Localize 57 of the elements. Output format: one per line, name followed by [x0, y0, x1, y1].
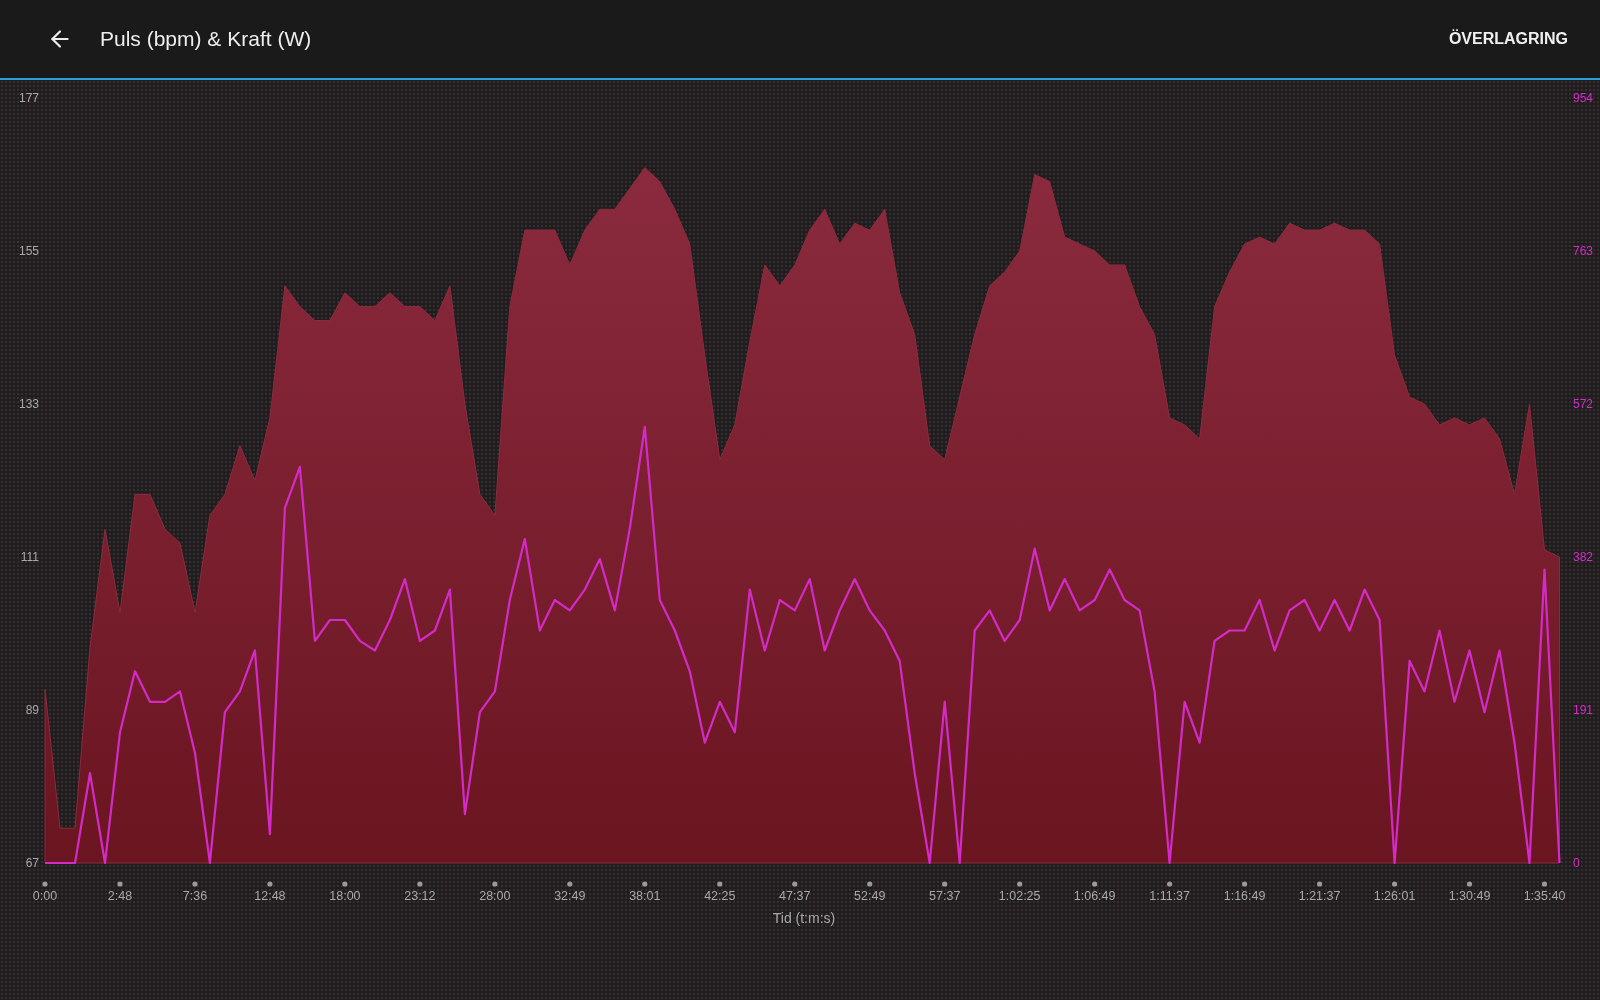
screen-title: Puls (bpm) & Kraft (W) — [100, 26, 312, 53]
tick-dot — [267, 881, 273, 887]
tick-dot — [717, 881, 723, 887]
x-axis-label: 1:11:37 — [1149, 889, 1190, 903]
tick-dot — [1242, 881, 1248, 887]
y-axis-label: 763 — [1573, 244, 1594, 259]
y-axis-label: 0 — [1573, 856, 1580, 870]
tick-dot — [1541, 881, 1548, 887]
x-axis-label: 1:16:49 — [1223, 889, 1266, 903]
x-axis-label: 38:01 — [629, 889, 661, 903]
x-axis-label: 18:00 — [329, 889, 361, 903]
tick-dot — [642, 881, 648, 887]
x-axis-label: 1:26:01 — [1373, 889, 1416, 903]
x-axis-label: 23:12 — [404, 889, 436, 903]
overlay-button[interactable]: ÖVERLAGRING — [1440, 19, 1576, 59]
y-axis-label: 89 — [25, 703, 39, 717]
tick-dot — [1092, 881, 1098, 887]
y-axis-label: 572 — [1573, 397, 1594, 412]
x-axis-label: 1:02:25 — [998, 889, 1041, 903]
tick-dot — [1167, 881, 1173, 887]
tick-dot — [342, 881, 348, 887]
x-axis-label: 42:25 — [704, 889, 736, 903]
tick-dot — [867, 881, 873, 887]
x-axis-label: 1:35:40 — [1523, 889, 1566, 903]
y-axis-label: 111 — [20, 550, 39, 564]
y-axis-label: 155 — [18, 244, 39, 258]
tick-dot — [792, 881, 798, 887]
x-axis-title: Tid (t:m:s) — [772, 910, 836, 926]
x-axis-label: 12:48 — [254, 889, 286, 903]
x-axis-label: 32:49 — [554, 889, 586, 903]
x-axis-label: 1:21:37 — [1298, 889, 1341, 903]
x-axis-label: 57:37 — [929, 889, 961, 903]
tick-dot — [1317, 881, 1323, 887]
y-axis-label: 191 — [1573, 702, 1594, 717]
tick-dot — [42, 881, 48, 887]
tick-dot — [492, 881, 498, 887]
tick-dot — [1466, 881, 1473, 887]
y-axis-label: 382 — [1573, 549, 1594, 564]
tick-dot — [942, 881, 948, 887]
y-axis-label: 177 — [18, 91, 39, 105]
x-axis-label: 28:00 — [479, 889, 511, 903]
tick-dot — [1391, 881, 1398, 887]
y-axis-label: 67 — [25, 856, 39, 870]
y-axis-label: 954 — [1573, 91, 1594, 105]
x-axis-label: 0:00 — [32, 889, 58, 903]
x-axis-label: 2:48 — [107, 889, 133, 903]
tick-dot — [1017, 881, 1023, 887]
x-axis-label: 52:49 — [854, 889, 886, 903]
x-axis-label: 1:06:49 — [1073, 889, 1116, 903]
x-axis-label: 1:30:49 — [1448, 889, 1491, 903]
tick-dot — [417, 881, 423, 887]
x-axis-label: 7:36 — [182, 889, 208, 903]
tick-dot — [192, 881, 198, 887]
x-axis-label: 47:37 — [779, 889, 811, 903]
y-axis-label: 133 — [18, 397, 39, 411]
tick-dot — [117, 881, 123, 887]
tick-dot — [567, 881, 573, 887]
